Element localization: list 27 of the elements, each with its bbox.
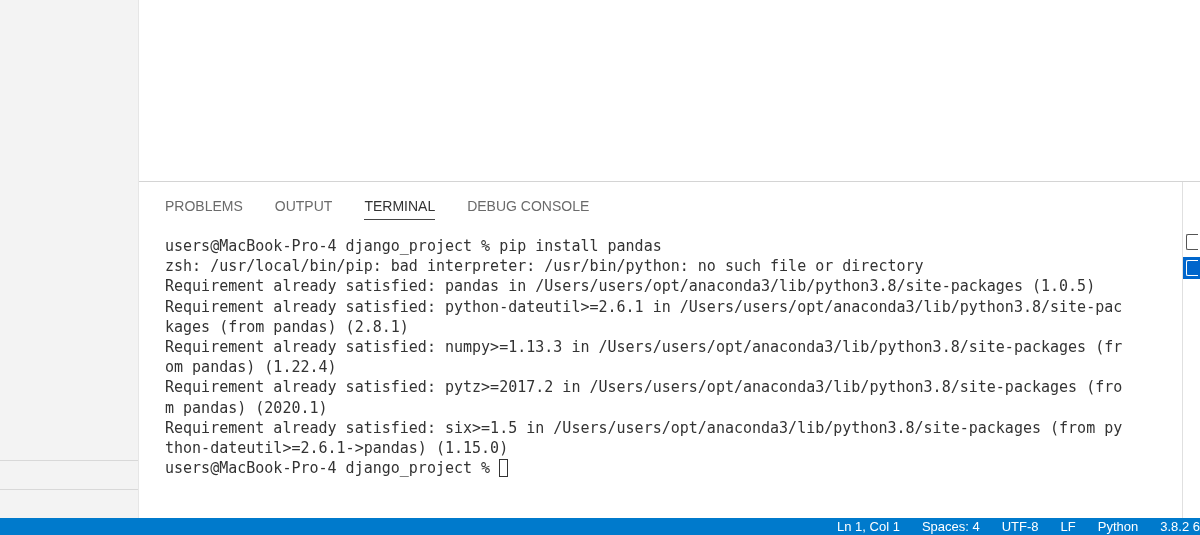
terminal-icon (1186, 260, 1198, 276)
status-item[interactable]: UTF-8 (1001, 518, 1039, 535)
terminal-line: Requirement already satisfied: pytz>=2017.2 in /Users/users/opt/anaconda3/lib/python3.8/site-packages (fro (165, 377, 1124, 398)
terminal-line: m pandas) (2020.1) (165, 397, 329, 418)
status-item[interactable]: 3.8.2 6 (1160, 518, 1200, 535)
terminal-line: kages (from pandas) (2.8.1) (165, 316, 410, 337)
terminal-line: Requirement already satisfied: pandas in /Users/users/opt/anaconda3/lib/python3.8/site-packages (1.0.5) (165, 276, 1097, 297)
terminal-line: Requirement already satisfied: python-dateutil>=2.6.1 in /Users/users/opt/anaconda3/lib/python3.8/site-pac (165, 296, 1124, 317)
status-item[interactable]: LF (1060, 518, 1076, 535)
terminal-line: users@MacBook-Pro-4 django_project % pip install pandas (165, 236, 663, 257)
terminal-cursor (499, 459, 509, 478)
status-item[interactable]: Python (1097, 518, 1139, 535)
terminal-line: thon-dateutil>=2.6.1->pandas) (1.15.0) (165, 438, 510, 459)
status-item[interactable]: Ln 1, Col 1 (837, 518, 900, 535)
terminal-line: Requirement already satisfied: numpy>=1.13.3 in /Users/users/opt/anaconda3/lib/python3.8/site-packages (fr (165, 337, 1124, 358)
status-item[interactable]: Spaces: 4 (921, 518, 980, 535)
panel-tab[interactable]: PROBLEMS (165, 198, 243, 220)
terminal-instance-button[interactable] (1183, 231, 1200, 253)
terminal-instance-button[interactable] (1183, 257, 1200, 279)
terminal-line: om pandas) (1.22.4) (165, 357, 338, 378)
panel-tab[interactable]: OUTPUT (274, 198, 333, 220)
panel-tab[interactable]: TERMINAL (364, 198, 436, 220)
terminal-line: Requirement already satisfied: six>=1.5 in /Users/users/opt/anaconda3/lib/python3.8/site-packages (from py (165, 417, 1124, 439)
terminal-prompt: users@MacBook-Pro-4 django_project % (165, 458, 491, 479)
terminal-icon (1186, 234, 1198, 250)
terminal-line: zsh: /usr/local/bin/pip: bad interpreter: /usr/bin/python: no such file or directory (165, 256, 925, 277)
panel-tab[interactable]: DEBUG CONSOLE (467, 198, 590, 220)
